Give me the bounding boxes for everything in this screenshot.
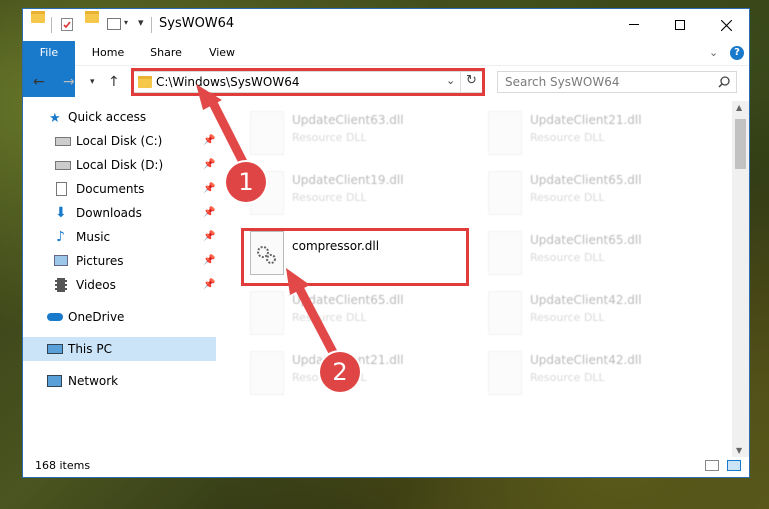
step2-badge: 2 [320, 352, 360, 392]
annotation-layer [196, 84, 342, 365]
step2-arrowhead [286, 268, 310, 295]
step2-arrow [291, 277, 342, 365]
step1-arrow [205, 92, 253, 177]
step1-badge: 1 [226, 162, 266, 202]
